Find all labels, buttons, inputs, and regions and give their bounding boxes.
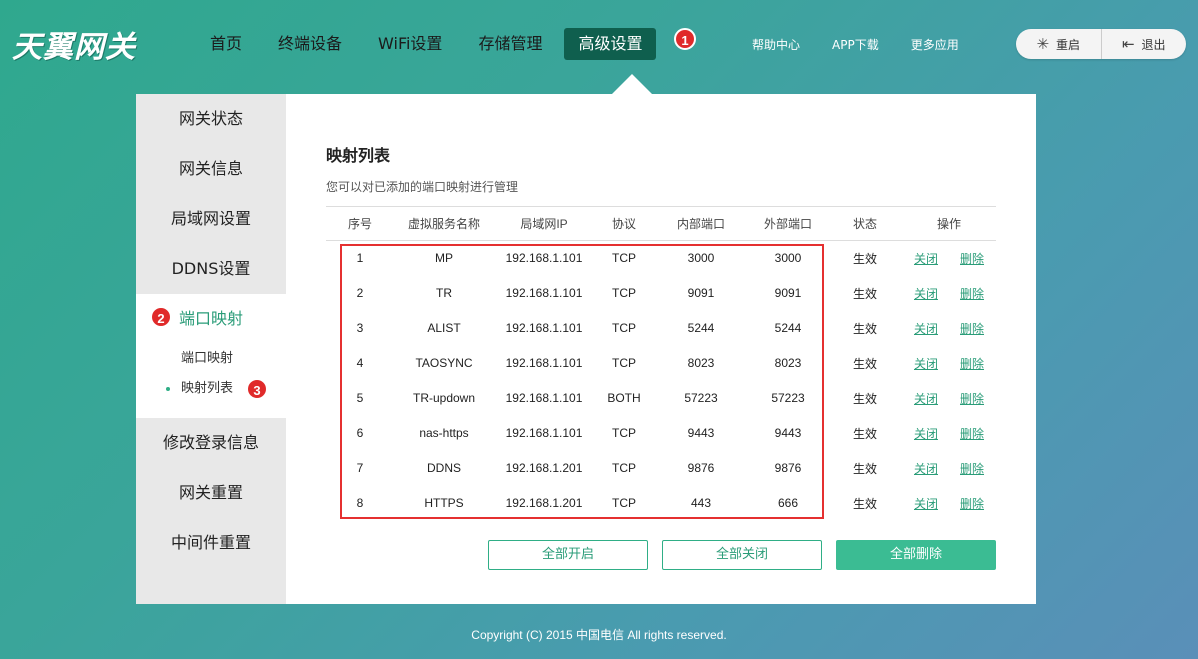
settings-panel: 网关状态 网关信息 局域网设置 DDNS设置 端口映射 端口映射 映射列表 修改…: [136, 94, 1036, 604]
delete-link[interactable]: 删除: [960, 322, 984, 336]
nav-storage[interactable]: 存储管理: [464, 28, 556, 60]
col-name: 虚拟服务名称: [407, 217, 480, 231]
sidebar-item-gateway-status[interactable]: 网关状态: [136, 94, 286, 144]
sidebar-subitem-port-mapping[interactable]: 端口映射: [136, 344, 286, 374]
cell-status: 生效: [852, 426, 877, 441]
header-actions: ✳ 重启 ⇤ 退出: [1016, 29, 1186, 59]
col-protocol: 协议: [611, 217, 636, 231]
close-link[interactable]: 关闭: [914, 392, 938, 406]
logout-button[interactable]: ⇤ 退出: [1102, 29, 1187, 59]
logo: 天翼网关: [12, 30, 136, 65]
more-apps-link[interactable]: 更多应用: [911, 36, 959, 53]
close-all-button[interactable]: 全部关闭: [662, 540, 822, 570]
page-description: 您可以对已添加的端口映射进行管理: [326, 180, 519, 194]
delete-link[interactable]: 删除: [960, 287, 984, 301]
cell-actions: 关闭 删除: [902, 451, 996, 486]
delete-link[interactable]: 删除: [960, 357, 984, 371]
col-internal-port: 内部端口: [676, 217, 725, 231]
page-title: 映射列表: [326, 146, 391, 165]
delete-link[interactable]: 删除: [960, 252, 984, 266]
cell-actions: 关闭 删除: [902, 381, 996, 416]
cell-actions: 关闭 删除: [902, 346, 996, 381]
restart-label: 重启: [1056, 37, 1081, 52]
close-link[interactable]: 关闭: [914, 462, 938, 476]
annotation-badge-3: 3: [246, 378, 268, 400]
sidebar-item-gateway-reset[interactable]: 网关重置: [136, 468, 286, 518]
sidebar: 网关状态 网关信息 局域网设置 DDNS设置 端口映射 端口映射 映射列表 修改…: [136, 94, 286, 604]
delete-link[interactable]: 删除: [960, 462, 984, 476]
cell-status: 生效: [852, 391, 877, 406]
sidebar-item-lan[interactable]: 局域网设置: [136, 194, 286, 244]
col-ip: 局域网IP: [520, 217, 568, 231]
annotation-badge-1: 1: [674, 28, 696, 50]
enable-all-button[interactable]: 全部开启: [488, 540, 648, 570]
cell-actions: 关闭 删除: [902, 311, 996, 346]
table-header: 序号 虚拟服务名称 局域网IP 协议 内部端口 外部端口 状态 操作: [326, 206, 996, 241]
close-link[interactable]: 关闭: [914, 322, 938, 336]
cell-status: 生效: [852, 356, 877, 371]
cell-status: 生效: [852, 286, 877, 301]
nav-home[interactable]: 首页: [196, 28, 256, 60]
cell-status: 生效: [852, 251, 877, 266]
delete-link[interactable]: 删除: [960, 427, 984, 441]
close-link[interactable]: 关闭: [914, 357, 938, 371]
sidebar-item-gateway-info[interactable]: 网关信息: [136, 144, 286, 194]
delete-link[interactable]: 删除: [960, 497, 984, 511]
restart-icon: ✳: [1036, 35, 1050, 53]
cell-actions: 关闭 删除: [902, 416, 996, 451]
annotation-badge-2: 2: [150, 306, 172, 328]
submenu-spacer: [136, 404, 286, 418]
nav-wifi[interactable]: WiFi设置: [364, 28, 456, 60]
close-link[interactable]: 关闭: [914, 497, 938, 511]
nav-pointer: [612, 74, 652, 94]
logout-icon: ⇤: [1121, 35, 1135, 53]
nav-advanced[interactable]: 高级设置: [564, 28, 657, 60]
close-link[interactable]: 关闭: [914, 287, 938, 301]
col-external-port: 外部端口: [763, 217, 812, 231]
col-status: 状态: [852, 217, 877, 231]
app-download-link[interactable]: APP下载: [832, 36, 879, 53]
cell-actions: 关闭 删除: [902, 276, 996, 311]
restart-button[interactable]: ✳ 重启: [1016, 29, 1101, 59]
close-link[interactable]: 关闭: [914, 252, 938, 266]
logout-label: 退出: [1141, 37, 1166, 52]
close-link[interactable]: 关闭: [914, 427, 938, 441]
nav-devices[interactable]: 终端设备: [264, 28, 356, 60]
delete-all-button[interactable]: 全部删除: [836, 540, 996, 570]
main-nav: 首页 终端设备 WiFi设置 存储管理 高级设置: [196, 28, 664, 60]
sidebar-item-ddns[interactable]: DDNS设置: [136, 244, 286, 294]
cell-actions: 关闭 删除: [902, 486, 996, 521]
highlight-box: [340, 244, 824, 519]
sidebar-item-middleware-reset[interactable]: 中间件重置: [136, 518, 286, 568]
col-no: 序号: [347, 217, 372, 231]
cell-actions: 关闭 删除: [902, 241, 996, 276]
cell-status: 生效: [852, 321, 877, 336]
help-link[interactable]: 帮助中心: [752, 36, 800, 53]
sidebar-item-login-info[interactable]: 修改登录信息: [136, 418, 286, 468]
col-actions: 操作: [936, 217, 961, 231]
cell-status: 生效: [852, 496, 877, 511]
delete-link[interactable]: 删除: [960, 392, 984, 406]
header-links: 帮助中心 APP下载 更多应用: [752, 36, 991, 53]
footer: Copyright (C) 2015 中国电信 All rights reser…: [471, 628, 727, 642]
cell-status: 生效: [852, 461, 877, 476]
